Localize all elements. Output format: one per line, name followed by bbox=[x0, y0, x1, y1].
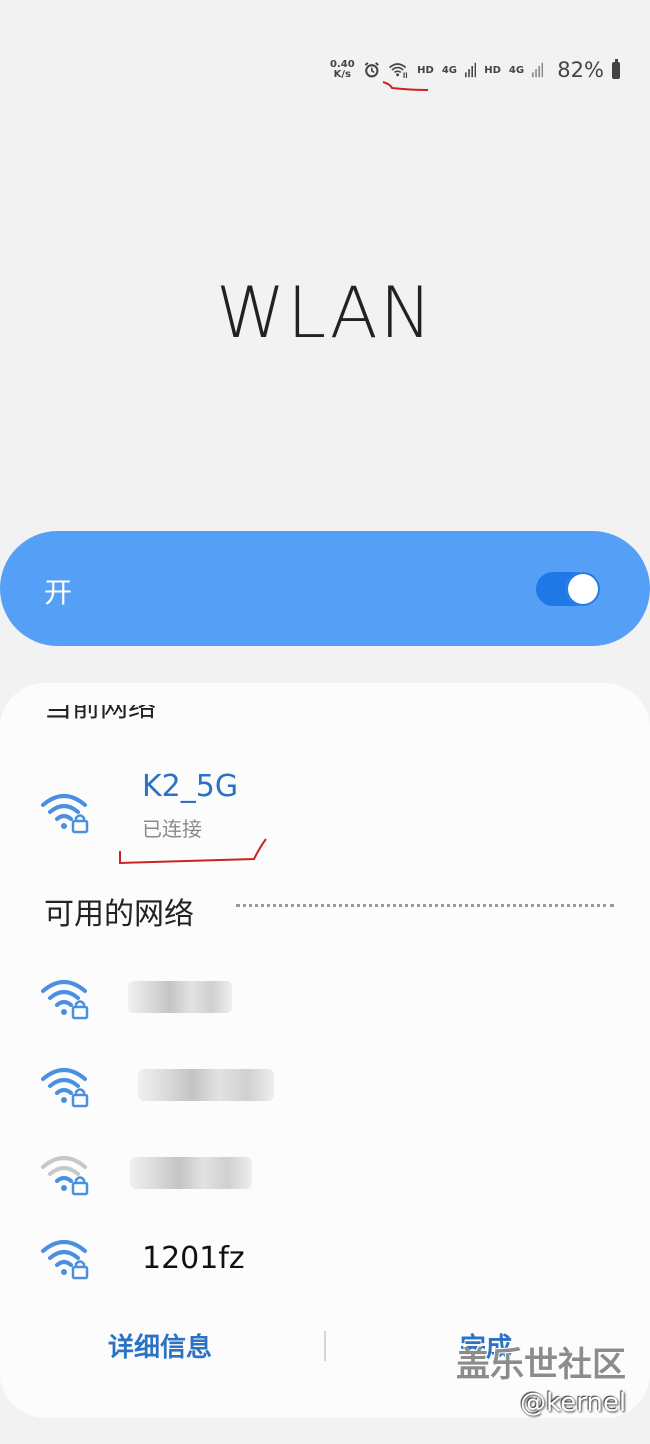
battery-percent: 82% bbox=[557, 58, 604, 82]
annotation-stroke-status bbox=[119, 838, 267, 865]
network-row[interactable]: 1201fz bbox=[0, 1223, 650, 1303]
hd-badge: HD bbox=[417, 64, 434, 76]
wifi-status-icon bbox=[389, 63, 408, 79]
wifi-weak-locked-icon bbox=[41, 1156, 89, 1196]
cell-signal-icon-2 bbox=[532, 62, 544, 78]
alarm-icon bbox=[364, 62, 379, 78]
obscured-network-name bbox=[128, 981, 232, 1013]
signal-4g-label-2: 4G bbox=[508, 64, 525, 76]
available-networks-title: 可用的网络 bbox=[44, 897, 194, 932]
page-title: WLAN bbox=[215, 272, 435, 354]
watermark-user: @kernel bbox=[520, 1388, 627, 1418]
toggle-label: 开 bbox=[44, 576, 73, 609]
wlan-master-toggle[interactable]: 开 bbox=[0, 531, 650, 646]
network-row[interactable] bbox=[0, 959, 650, 1039]
wifi-locked-icon bbox=[41, 980, 89, 1020]
network-list-panel: 当前网络 K2_5G 已连接 可用的网络 bbox=[0, 683, 650, 1418]
wifi-locked-icon bbox=[41, 794, 89, 834]
wifi-locked-icon bbox=[41, 1240, 89, 1280]
current-network-name: K2_5G bbox=[142, 769, 239, 804]
obscured-network-name bbox=[138, 1069, 274, 1101]
current-network-header: 当前网络 bbox=[44, 705, 156, 719]
watermark-brand: 盖乐世社区 bbox=[456, 1345, 626, 1385]
switch-knob bbox=[566, 572, 600, 606]
cell-signal-icon bbox=[465, 62, 477, 78]
current-network-row[interactable]: K2_5G 已连接 bbox=[0, 769, 650, 853]
network-row[interactable] bbox=[0, 1047, 650, 1127]
annotation-stroke-top bbox=[382, 81, 429, 91]
network-speed: 0.40 K/s bbox=[330, 59, 355, 80]
section-divider bbox=[236, 904, 614, 907]
details-button[interactable]: 详细信息 bbox=[108, 1327, 212, 1364]
action-divider bbox=[324, 1331, 326, 1361]
network-row[interactable] bbox=[0, 1135, 650, 1215]
status-bar: 0.40 K/s HD 4G HD 4G 82% bbox=[330, 52, 620, 88]
battery-icon bbox=[611, 58, 620, 79]
signal-4g-label: 4G bbox=[441, 64, 458, 76]
wifi-locked-icon bbox=[41, 1068, 89, 1108]
obscured-network-name bbox=[130, 1157, 252, 1189]
wlan-switch[interactable] bbox=[536, 572, 600, 606]
network-name: 1201fz bbox=[142, 1241, 245, 1276]
hd-badge-2: HD bbox=[484, 64, 501, 76]
